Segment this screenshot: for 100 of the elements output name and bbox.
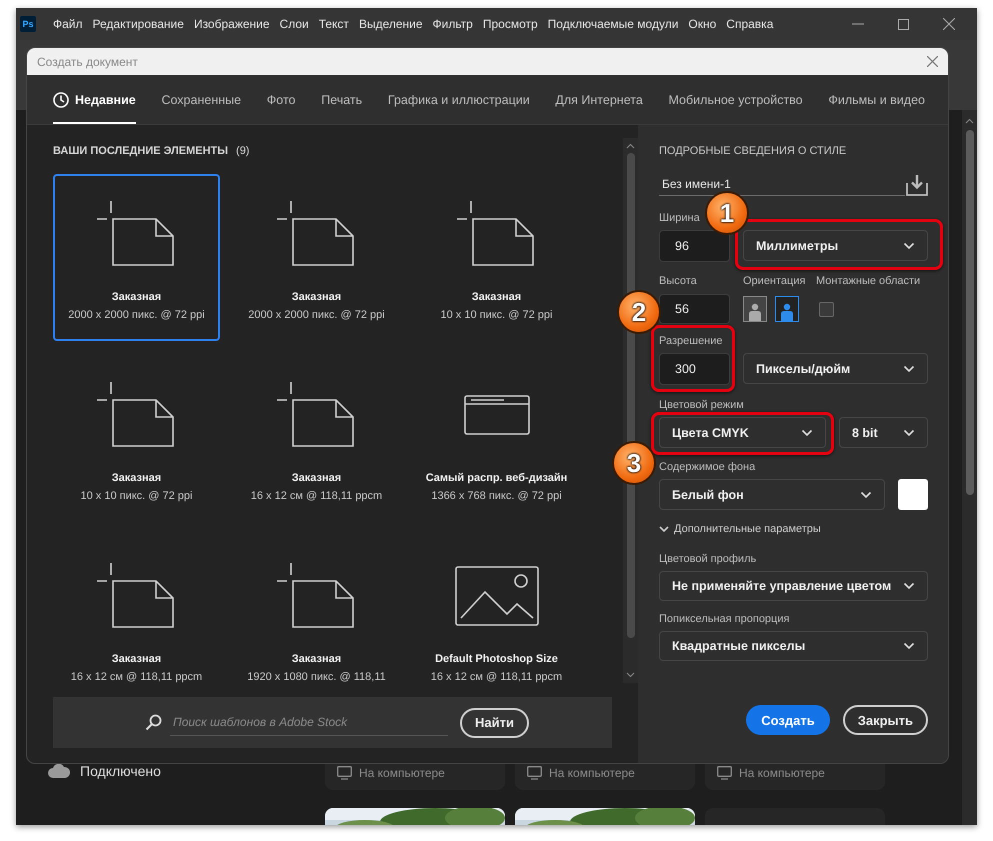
clock-icon	[53, 92, 69, 108]
category-tab[interactable]: Печать	[321, 75, 362, 124]
preset-size: 16 x 12 см @ 118,11 ppcm	[70, 671, 202, 683]
person-icon	[748, 303, 762, 321]
preset-size: 1920 x 1080 пикс. @ 118,11	[247, 671, 386, 683]
preset-title: Заказная	[112, 653, 162, 665]
new-document-icon	[96, 562, 176, 628]
search-field[interactable]: Поиск шаблонов в Adobe Stock	[170, 709, 448, 736]
resolution-unit-dropdown[interactable]: Пикселы/дюйм	[743, 353, 928, 384]
preset-card[interactable]: Заказная 10 x 10 пикс. @ 72 ppi	[413, 174, 580, 341]
maximize-icon[interactable]	[898, 18, 909, 30]
field-label: Монтажные области	[816, 275, 922, 289]
preset-size: 2000 x 2000 пикс. @ 72 ppi	[248, 309, 385, 321]
create-button[interactable]: Создать	[746, 705, 830, 735]
save-preset-icon[interactable]	[906, 174, 928, 196]
category-tab[interactable]: Для Интернета	[555, 75, 643, 124]
scroll-up-icon[interactable]	[626, 143, 636, 149]
category-tab[interactable]: Недавние	[53, 75, 136, 124]
width-field[interactable]: 96	[659, 230, 730, 262]
field-label: Разрешение	[659, 335, 723, 349]
chevron-down-icon	[903, 364, 915, 372]
preset-title: Default Photoshop Size	[435, 653, 558, 665]
chevron-down-icon	[903, 642, 915, 650]
menu-item[interactable]: Выделение	[354, 17, 428, 31]
category-tab[interactable]: Мобильное устройство	[668, 75, 803, 124]
category-tab[interactable]: Графика и иллюстрации	[388, 75, 530, 124]
file-location: На компьютере	[739, 766, 825, 780]
file-card[interactable]: На компьютере	[705, 763, 885, 790]
chevron-down-icon	[659, 524, 669, 534]
scrollbar-thumb[interactable]	[966, 130, 974, 495]
menu-item[interactable]: Подключаемые модули	[542, 17, 684, 31]
step-number: 3	[612, 441, 656, 485]
cloud-icon	[48, 764, 70, 778]
browser-window-icon	[464, 394, 530, 434]
chevron-down-icon	[903, 242, 915, 250]
menu-item[interactable]: Файл	[48, 17, 88, 31]
preset-card[interactable]: Default Photoshop Size 16 x 12 см @ 118,11 ppcm	[413, 536, 580, 685]
monitor-icon	[527, 766, 542, 780]
connection-status: Подключено	[80, 763, 161, 779]
preset-size: 1366 x 768 пикс. @ 72 ppi	[431, 490, 562, 502]
close-icon[interactable]	[927, 56, 938, 67]
color-mode-dropdown[interactable]: Цвета CMYK	[659, 417, 826, 448]
preset-card[interactable]: Заказная 2000 x 2000 пикс. @ 72 ppi	[233, 174, 400, 341]
new-document-icon	[456, 200, 536, 266]
preset-size: 16 x 12 см @ 118,11 ppcm	[250, 490, 382, 502]
item-count: (9)	[236, 145, 250, 159]
color-profile-dropdown[interactable]: Не применяйте управление цветом	[659, 571, 928, 601]
menu-item[interactable]: Окно	[683, 17, 722, 31]
preset-card[interactable]: Заказная 16 x 12 см @ 118,11 ppcm	[53, 536, 220, 685]
minimize-icon[interactable]	[852, 23, 864, 25]
menu-item[interactable]: Фильтр	[428, 17, 478, 31]
preset-card[interactable]: Заказная 16 x 12 см @ 118,11 ppcm	[233, 355, 400, 522]
landscape-button[interactable]	[775, 296, 799, 322]
preset-card[interactable]: Заказная 1920 x 1080 пикс. @ 118,11	[233, 536, 400, 685]
file-location: На компьютере	[359, 766, 445, 780]
background-dropdown[interactable]: Белый фон	[659, 479, 885, 510]
bit-depth-dropdown[interactable]: 8 bit	[839, 417, 928, 448]
menu-item[interactable]: Просмотр	[478, 17, 543, 31]
artboards-checkbox[interactable]	[819, 302, 834, 316]
close-icon[interactable]	[943, 18, 955, 30]
find-button[interactable]: Найти	[460, 708, 529, 738]
resolution-field[interactable]: 300	[659, 353, 730, 385]
field-label: Содержимое фона	[659, 461, 756, 475]
preset-size: 10 x 10 пикс. @ 72 ppi	[440, 309, 552, 321]
preset-card[interactable]: Заказная 10 x 10 пикс. @ 72 ppi	[53, 355, 220, 522]
category-tab[interactable]: Фильмы и видео	[828, 75, 925, 124]
dialog-title: Создать документ	[37, 54, 138, 68]
portrait-button[interactable]	[743, 296, 767, 322]
unit-dropdown[interactable]: Миллиметры	[743, 230, 928, 261]
menu-item[interactable]: Редактирование	[88, 17, 189, 31]
file-card[interactable]: На компьютере	[325, 763, 505, 790]
scrollbar[interactable]	[962, 110, 977, 825]
field-label: Ориентация	[743, 275, 803, 289]
preset-title: Заказная	[472, 291, 522, 303]
preset-title: Заказная	[112, 472, 162, 484]
pixel-aspect-dropdown[interactable]: Квадратные пикселы	[659, 631, 928, 661]
advanced-toggle[interactable]: Дополнительные параметры	[659, 522, 928, 536]
new-document-icon	[276, 562, 356, 628]
color-swatch[interactable]	[898, 479, 928, 510]
preset-title: Самый распр. веб-дизайн	[426, 472, 568, 484]
scroll-up-icon[interactable]	[965, 118, 974, 124]
menu-item[interactable]: Справка	[721, 17, 778, 31]
file-location: На компьютере	[549, 766, 635, 780]
category-tab[interactable]: Фото	[266, 75, 296, 124]
menu-item[interactable]: Текст	[314, 17, 354, 31]
file-card[interactable]: На компьютере	[515, 763, 695, 790]
preset-card[interactable]: Заказная 2000 x 2000 пикс. @ 72 ppi	[53, 174, 220, 341]
field-label: Попиксельная пропорция	[659, 613, 790, 627]
menu-item[interactable]: Изображение	[188, 17, 275, 31]
height-field[interactable]: 56	[659, 294, 730, 324]
category-tab[interactable]: Сохраненные	[161, 75, 242, 124]
preset-card[interactable]: Самый распр. веб-дизайн 1366 x 768 пикс. @ 72 ppi	[413, 355, 580, 522]
preset-size: 2000 x 2000 пикс. @ 72 ppi	[68, 309, 205, 321]
preset-size: 16 x 12 см @ 118,11 ppcm	[430, 671, 562, 683]
menu-item[interactable]: Слои	[274, 17, 314, 31]
chevron-down-icon	[903, 582, 915, 590]
scroll-down-icon[interactable]	[626, 672, 636, 678]
search-bar[interactable]: Поиск шаблонов в Adobe Stock Найти	[53, 697, 612, 748]
monitor-icon	[337, 766, 352, 780]
close-button[interactable]: Закрыть	[842, 705, 928, 735]
